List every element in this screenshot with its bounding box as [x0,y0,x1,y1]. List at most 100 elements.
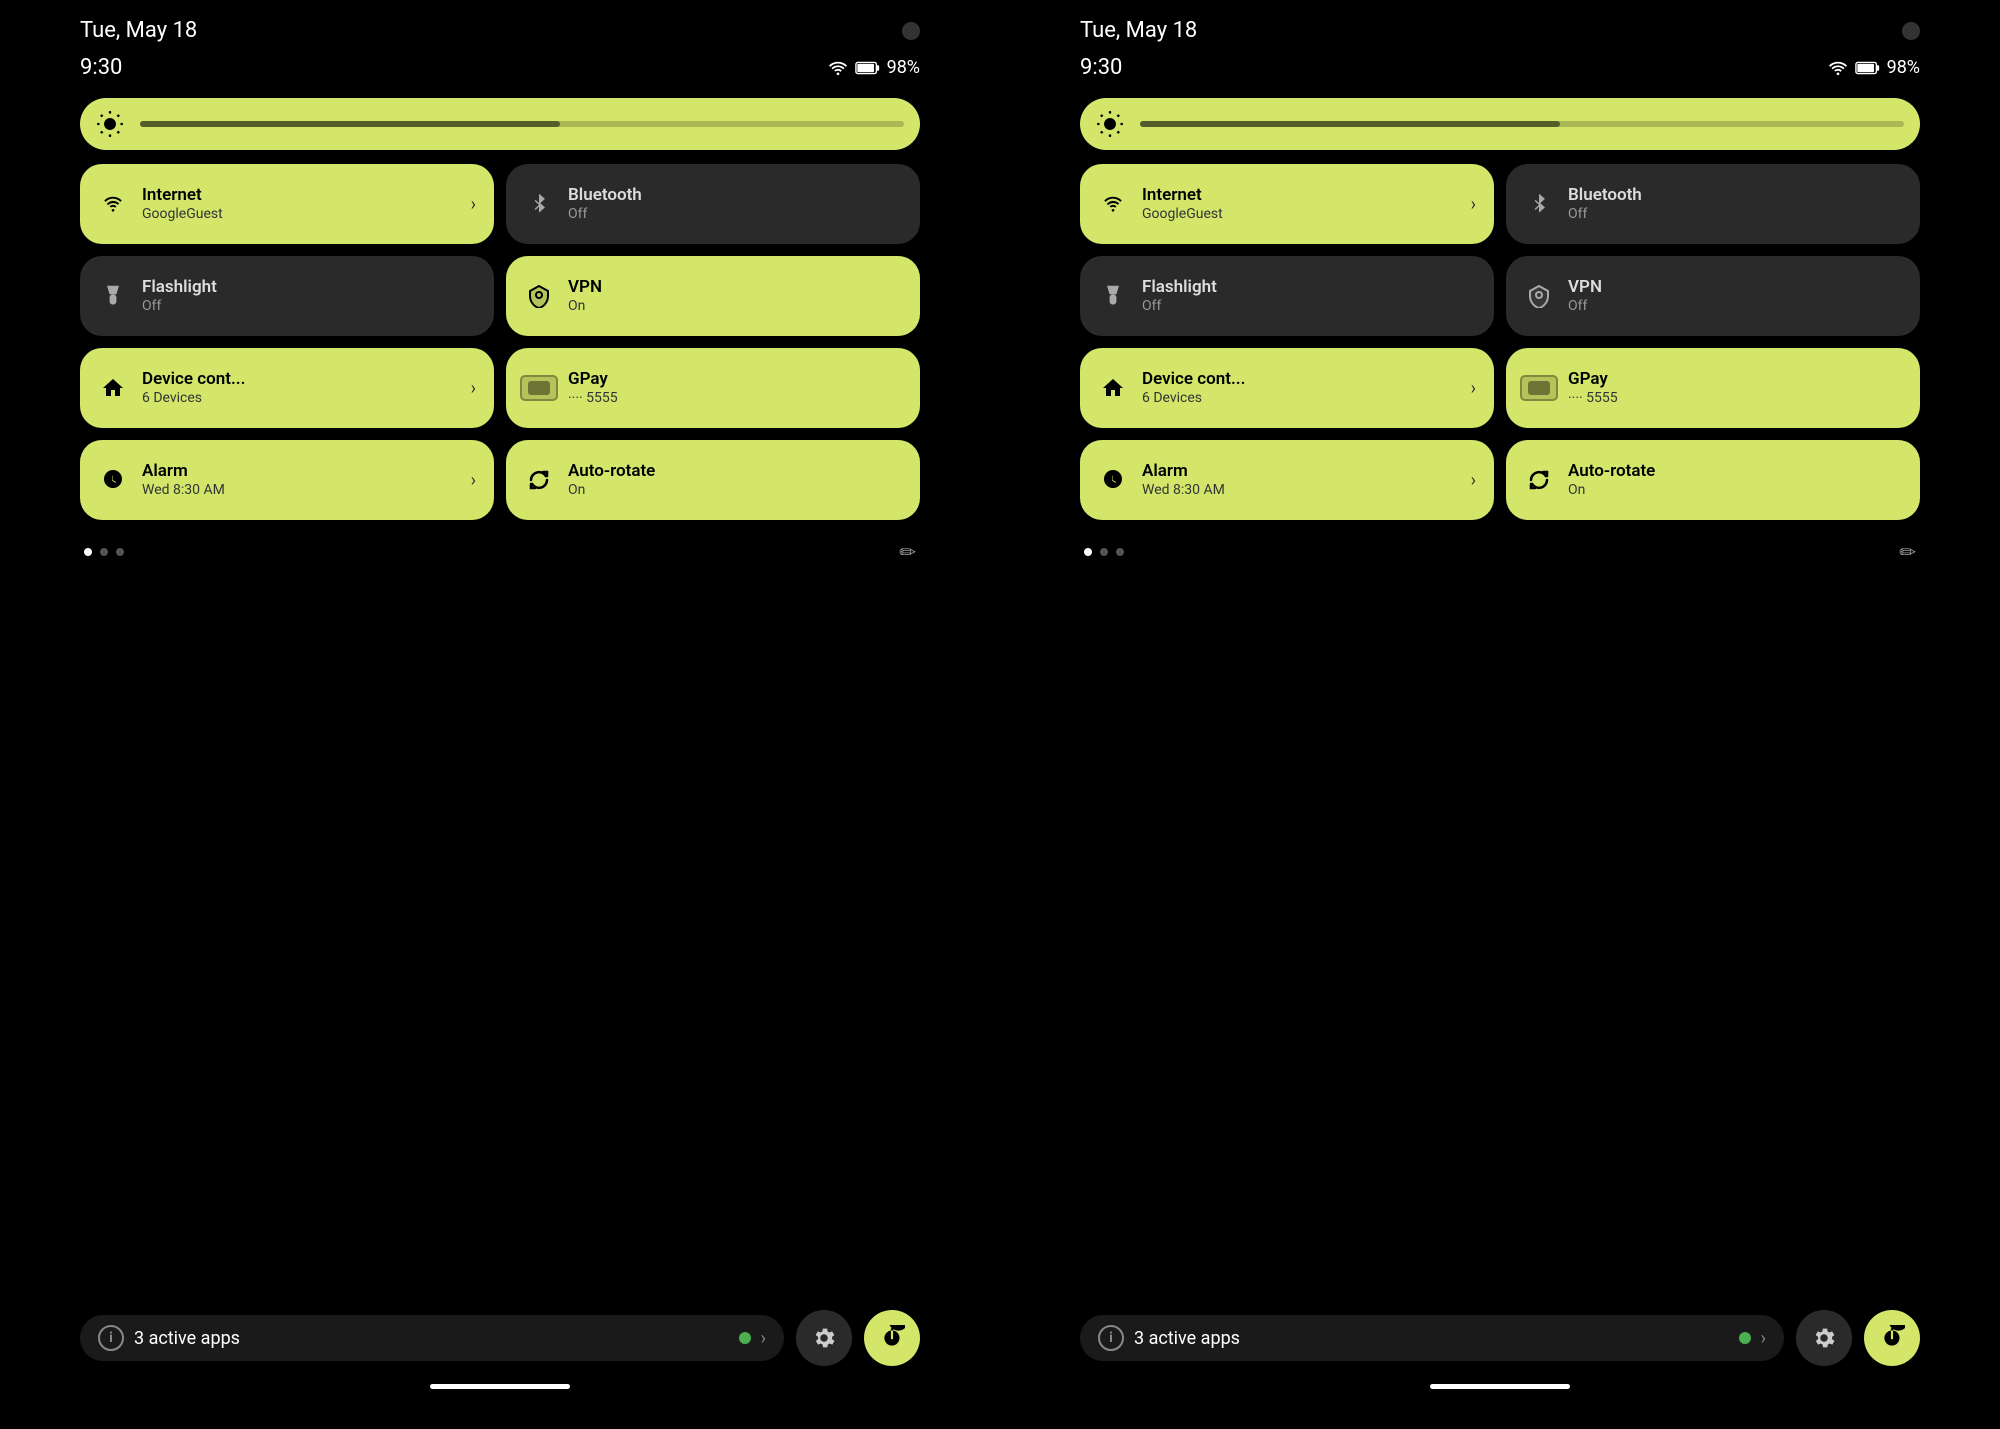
tile-icon-autorotate [1524,465,1554,495]
tile-icon-internet [1098,189,1128,219]
tile-icon-bluetooth [524,189,554,219]
brightness-bar[interactable] [1080,98,1920,150]
dot-1[interactable] [84,548,92,556]
power-icon [1879,1325,1905,1351]
tile-subtitle-device: 6 Devices [142,390,457,407]
tile-bluetooth[interactable]: Bluetooth Off [506,164,920,244]
tile-internet[interactable]: Internet GoogleGuest › [80,164,494,244]
settings-icon [811,1325,837,1351]
active-apps-bar[interactable]: i 3 active apps › [80,1315,784,1361]
tile-alarm[interactable]: Alarm Wed 8:30 AM › [1080,440,1494,520]
dot-3[interactable] [116,548,124,556]
bottom-area: i 3 active apps › [1080,1310,1920,1389]
tile-subtitle-flashlight: Off [142,298,476,315]
dot-1[interactable] [1084,548,1092,556]
camera-dot [1902,22,1920,40]
tile-chevron-internet: › [471,194,476,215]
tile-title-gpay: GPay [568,369,902,389]
tile-chevron-alarm: › [1471,470,1476,491]
tile-bluetooth[interactable]: Bluetooth Off [1506,164,1920,244]
apps-chevron: › [1761,1328,1766,1349]
tile-title-bluetooth: Bluetooth [1568,185,1902,205]
power-button[interactable] [1864,1310,1920,1366]
active-apps-text: 3 active apps [134,1328,729,1349]
tile-text-flashlight: Flashlight Off [1142,277,1476,315]
tile-icon-vpn [1524,281,1554,311]
tile-title-alarm: Alarm [1142,461,1457,481]
tile-title-device: Device cont... [142,369,457,389]
tile-device[interactable]: Device cont... 6 Devices › [1080,348,1494,428]
edit-icon[interactable]: ✏ [899,540,916,564]
pagination-dots [84,548,124,556]
tile-text-vpn: VPN On [568,277,902,315]
tile-subtitle-internet: GoogleGuest [1142,206,1457,223]
home-indicator[interactable] [430,1384,570,1389]
tile-subtitle-bluetooth: Off [568,206,902,223]
tile-subtitle-gpay: ···· 5555 [1568,390,1902,407]
dot-2[interactable] [100,548,108,556]
tile-subtitle-internet: GoogleGuest [142,206,457,223]
camera-dot [902,22,920,40]
tile-vpn[interactable]: VPN Off [1506,256,1920,336]
tile-title-flashlight: Flashlight [142,277,476,297]
tile-flashlight[interactable]: Flashlight Off [1080,256,1494,336]
tile-subtitle-vpn: On [568,298,902,315]
status-icons: 98% [1827,57,1920,78]
tile-icon-autorotate [524,465,554,495]
tile-icon-device [1098,373,1128,403]
tile-icon-alarm [1098,465,1128,495]
edit-icon[interactable]: ✏ [1899,540,1916,564]
battery-percent: 98% [887,57,920,78]
tile-text-gpay: GPay ···· 5555 [1568,369,1902,407]
tile-autorotate[interactable]: Auto-rotate On [506,440,920,520]
tile-chevron-internet: › [1471,194,1476,215]
tile-text-autorotate: Auto-rotate On [568,461,902,499]
brightness-bar[interactable] [80,98,920,150]
tile-title-vpn: VPN [568,277,902,297]
status-time: 9:30 [1080,55,1122,80]
active-apps-bar[interactable]: i 3 active apps › [1080,1315,1784,1361]
tile-subtitle-gpay: ···· 5555 [568,390,902,407]
green-dot [739,1332,751,1344]
pagination-row: ✏ [80,532,920,572]
tile-title-flashlight: Flashlight [1142,277,1476,297]
tile-autorotate[interactable]: Auto-rotate On [1506,440,1920,520]
brightness-row[interactable] [1080,98,1920,150]
dot-3[interactable] [1116,548,1124,556]
tile-title-gpay: GPay [1568,369,1902,389]
tile-gpay[interactable]: GPay ···· 5555 [506,348,920,428]
status-bar-top: Tue, May 18 [80,0,920,51]
tile-icon-flashlight [98,281,128,311]
home-indicator[interactable] [1430,1384,1570,1389]
tile-title-autorotate: Auto-rotate [568,461,902,481]
tile-vpn[interactable]: VPN On [506,256,920,336]
power-icon [879,1325,905,1351]
bottom-full-row: i 3 active apps › [1080,1310,1920,1366]
green-dot [1739,1332,1751,1344]
apps-chevron: › [761,1328,766,1349]
settings-button[interactable] [796,1310,852,1366]
tile-internet[interactable]: Internet GoogleGuest › [1080,164,1494,244]
settings-button[interactable] [1796,1310,1852,1366]
tile-text-alarm: Alarm Wed 8:30 AM [142,461,457,499]
tile-title-internet: Internet [142,185,457,205]
power-button[interactable] [864,1310,920,1366]
tile-gpay[interactable]: GPay ···· 5555 [1506,348,1920,428]
tile-text-gpay: GPay ···· 5555 [568,369,902,407]
tile-chevron-device: › [471,378,476,399]
battery-icon [1855,60,1881,76]
tile-text-internet: Internet GoogleGuest [1142,185,1457,223]
battery-icon [855,60,881,76]
brightness-track [140,121,904,127]
tile-device[interactable]: Device cont... 6 Devices › [80,348,494,428]
dot-2[interactable] [1100,548,1108,556]
tile-text-alarm: Alarm Wed 8:30 AM [1142,461,1457,499]
tile-alarm[interactable]: Alarm Wed 8:30 AM › [80,440,494,520]
tile-icon-gpay [1524,373,1554,403]
brightness-row[interactable] [80,98,920,150]
tile-subtitle-alarm: Wed 8:30 AM [1142,482,1457,499]
tile-text-device: Device cont... 6 Devices [142,369,457,407]
tile-title-autorotate: Auto-rotate [1568,461,1902,481]
tile-icon-vpn [524,281,554,311]
tile-flashlight[interactable]: Flashlight Off [80,256,494,336]
